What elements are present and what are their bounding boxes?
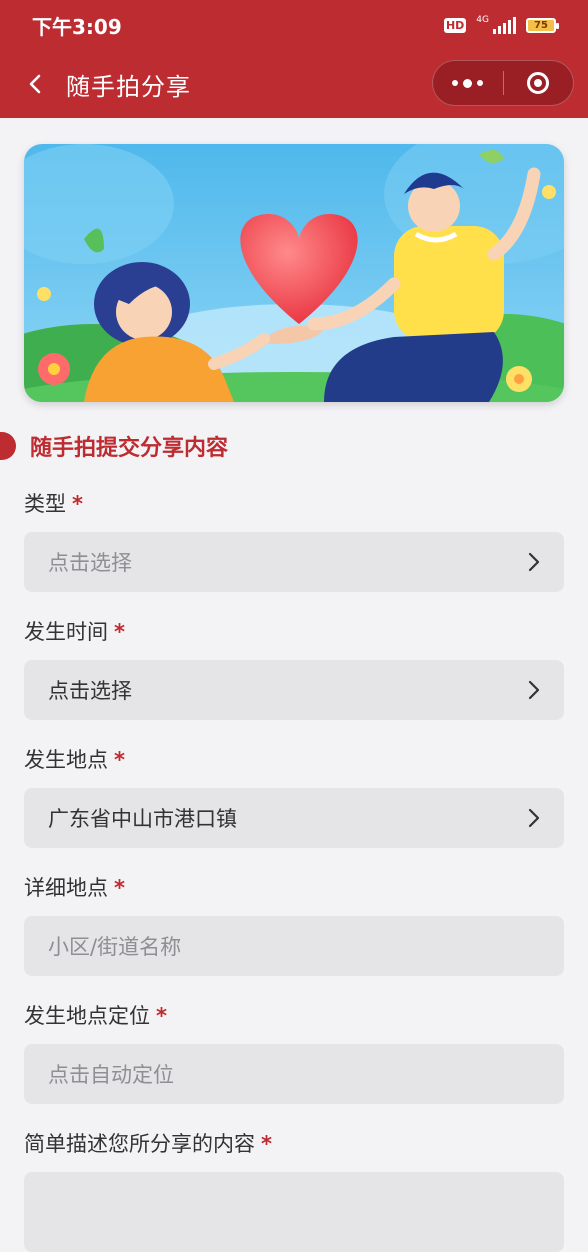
signal-icon: 4G: [476, 16, 516, 34]
field-label-locate: 发生地点定位 *: [24, 976, 564, 1044]
more-dots-icon: [452, 78, 484, 88]
detail-address-input[interactable]: 小区/街道名称: [24, 916, 564, 976]
type-select[interactable]: 点击选择: [24, 532, 564, 592]
status-icons: HD 4G 75: [443, 16, 559, 34]
field-time: 发生时间 * 点击选择: [24, 592, 564, 720]
field-type: 类型 * 点击选择: [24, 464, 564, 592]
field-desc: 简单描述您所分享的内容 *: [24, 1104, 564, 1252]
place-picker[interactable]: 广东省中山市港口镇: [24, 788, 564, 848]
status-bar: 下午3:09 HD 4G 75: [0, 0, 588, 50]
required-mark: *: [156, 1004, 167, 1028]
description-textarea[interactable]: [24, 1172, 564, 1252]
section-title: 随手拍提交分享内容: [30, 436, 229, 461]
target-circle-icon: [527, 72, 550, 94]
field-label-desc: 简单描述您所分享的内容 *: [24, 1104, 564, 1172]
label-text: 详细地点: [24, 876, 108, 900]
required-mark: *: [114, 748, 125, 772]
required-mark: *: [114, 620, 125, 644]
close-button[interactable]: [504, 61, 574, 105]
section-header: 随手拍提交分享内容: [0, 428, 588, 464]
required-mark: *: [261, 1132, 272, 1156]
label-text: 类型: [24, 492, 66, 516]
place-picker-value: 广东省中山市港口镇: [48, 807, 237, 831]
time-picker[interactable]: 点击选择: [24, 660, 564, 720]
label-text: 发生地点定位: [24, 1004, 150, 1028]
label-text: 发生地点: [24, 748, 108, 772]
detail-address-placeholder: 小区/街道名称: [48, 935, 182, 959]
type-select-placeholder: 点击选择: [48, 551, 132, 575]
required-mark: *: [114, 876, 125, 900]
field-label-detail: 详细地点 *: [24, 848, 564, 916]
chevron-right-icon: [528, 680, 540, 700]
banner-illustration: [24, 144, 564, 402]
chevron-right-icon: [528, 808, 540, 828]
field-label-place: 发生地点 *: [24, 720, 564, 788]
time-picker-value: 点击选择: [48, 679, 132, 703]
status-time: 下午3:09: [32, 14, 122, 39]
field-locate: 发生地点定位 * 点击自动定位: [24, 976, 564, 1104]
section-marker: [0, 432, 16, 460]
label-text: 发生时间: [24, 620, 108, 644]
hd-badge: HD: [443, 17, 467, 33]
required-mark: *: [72, 492, 83, 516]
back-arrow-icon[interactable]: [26, 74, 46, 94]
label-text: 简单描述您所分享的内容: [24, 1132, 255, 1156]
field-place: 发生地点 * 广东省中山市港口镇: [24, 720, 564, 848]
chevron-right-icon: [528, 552, 540, 572]
field-label-type: 类型 *: [24, 464, 564, 532]
battery-icon: 75: [526, 17, 559, 33]
auto-locate-placeholder: 点击自动定位: [48, 1063, 174, 1087]
network-type: 4G: [476, 15, 489, 25]
field-label-time: 发生时间 *: [24, 592, 564, 660]
more-button[interactable]: [433, 61, 503, 105]
mini-program-capsule: [432, 60, 574, 106]
auto-locate-input[interactable]: 点击自动定位: [24, 1044, 564, 1104]
page-title: 随手拍分享: [66, 72, 191, 101]
field-detail: 详细地点 * 小区/街道名称: [24, 848, 564, 976]
nav-bar: 随手拍分享: [0, 50, 588, 118]
